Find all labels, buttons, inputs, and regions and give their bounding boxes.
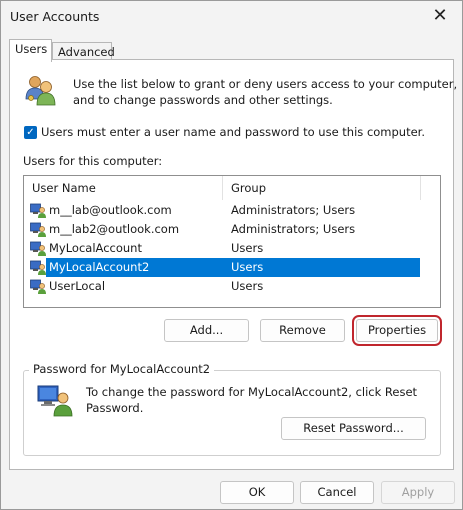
user-password-icon: [37, 385, 73, 417]
user-name-cell: m__lab@outlook.com: [49, 203, 172, 217]
table-row-selected[interactable]: MyLocalAccount2 Users: [24, 258, 420, 277]
user-name-cell: MyLocalAccount2: [49, 260, 150, 274]
password-help-text: To change the password for MyLocalAccoun…: [86, 384, 417, 416]
apply-button[interactable]: Apply: [381, 481, 455, 504]
user-group-cell: Users: [231, 241, 264, 255]
user-account-icon: [30, 279, 46, 294]
table-row[interactable]: MyLocalAccount Users: [24, 239, 420, 258]
table-row[interactable]: m__lab@outlook.com Administrators; Users: [24, 201, 420, 220]
window-title: User Accounts: [10, 9, 100, 24]
users-list-caption: Users for this computer:: [23, 154, 163, 168]
user-account-icon: [30, 241, 46, 256]
user-accounts-window: User Accounts ✕ Users Advanced Use the l…: [0, 0, 463, 510]
tab-advanced[interactable]: Advanced: [52, 42, 115, 60]
user-account-icon: [30, 203, 46, 218]
user-name-cell: m__lab2@outlook.com: [49, 222, 180, 236]
column-header-user-name[interactable]: User Name: [24, 176, 223, 200]
ok-button[interactable]: OK: [220, 481, 294, 504]
user-group-cell: Administrators; Users: [231, 222, 356, 236]
user-account-icon: [30, 260, 46, 275]
intro-text-line1: Use the list below to grant or deny user…: [73, 77, 458, 91]
title-bar: User Accounts ✕: [1, 1, 462, 33]
user-group-cell: Users: [231, 279, 264, 293]
remove-user-button[interactable]: Remove: [260, 319, 345, 342]
users-group-icon: [25, 76, 56, 106]
password-help-line2: Password.: [86, 401, 144, 415]
require-password-label[interactable]: Users must enter a user name and passwor…: [41, 125, 425, 139]
table-row[interactable]: m__lab2@outlook.com Administrators; User…: [24, 220, 420, 239]
add-user-button[interactable]: Add...: [164, 319, 249, 342]
user-name-cell: UserLocal: [49, 279, 106, 293]
password-help-line1: To change the password for MyLocalAccoun…: [86, 385, 418, 399]
user-group-cell: Users: [231, 260, 264, 274]
table-row[interactable]: UserLocal Users: [24, 277, 420, 296]
user-account-icon: [30, 222, 46, 237]
column-header-group[interactable]: Group: [223, 176, 421, 200]
require-password-checkbox[interactable]: ✓: [24, 126, 37, 139]
user-group-cell: Administrators; Users: [231, 203, 356, 217]
properties-button[interactable]: Properties: [352, 315, 442, 346]
intro-text-line2: and to change passwords and other settin…: [73, 93, 333, 107]
reset-password-button[interactable]: Reset Password...: [281, 417, 426, 440]
intro-text: Use the list below to grant or deny user…: [73, 76, 457, 108]
close-icon[interactable]: ✕: [422, 4, 458, 30]
tab-users[interactable]: Users: [9, 39, 52, 62]
password-group-title: Password for MyLocalAccount2: [29, 362, 215, 376]
cancel-button[interactable]: Cancel: [300, 481, 374, 504]
users-list[interactable]: User Name Group m__lab@outlook.com Admin…: [23, 175, 441, 308]
user-name-cell: MyLocalAccount: [49, 241, 142, 255]
